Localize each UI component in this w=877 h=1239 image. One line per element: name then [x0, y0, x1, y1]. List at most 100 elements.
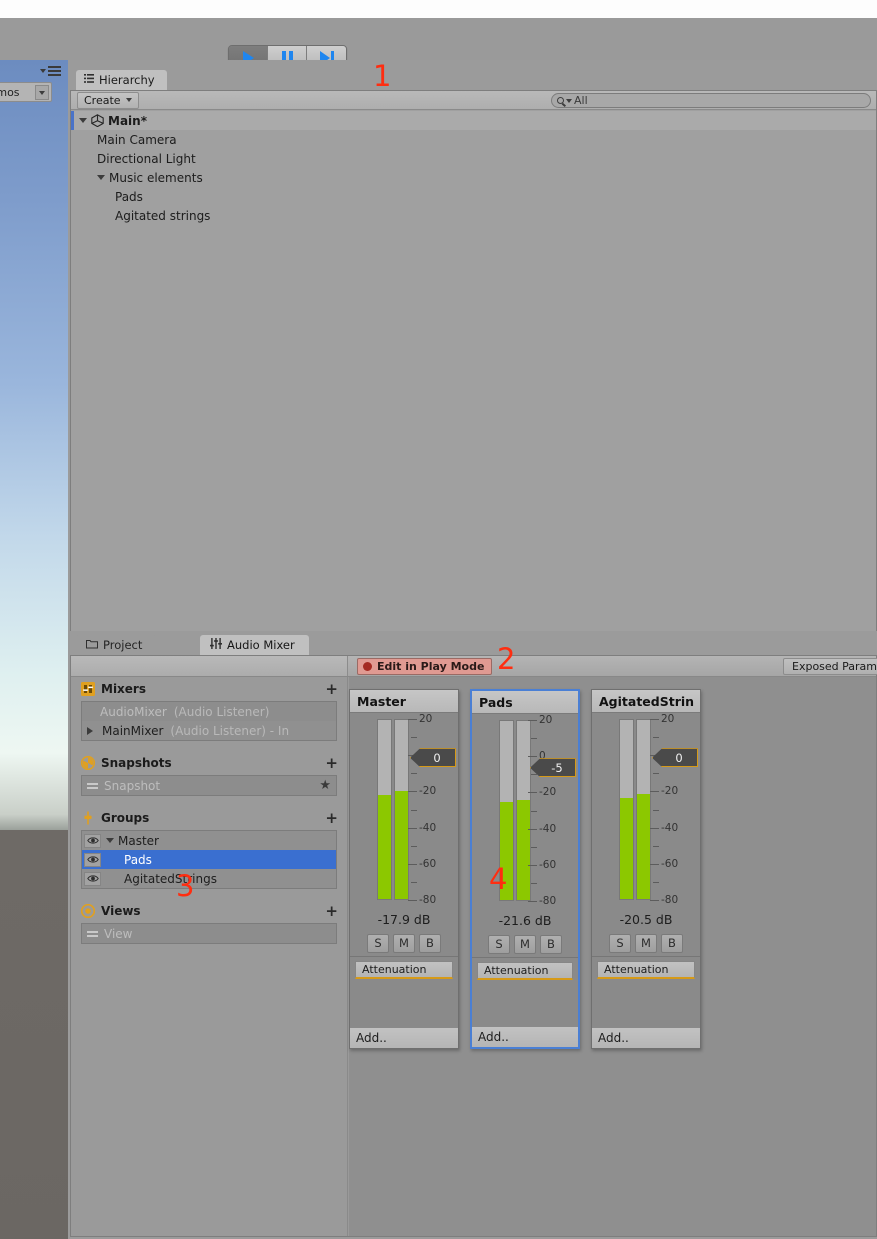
scene-view-overlay: Gizmos — [0, 60, 68, 120]
mixer-strip-pads[interactable]: Pads 20 0 -20 -40 -60 -80 -5 -21.6 dB S M B Attenuat… — [470, 689, 580, 1049]
solo-button[interactable]: S — [488, 934, 510, 954]
view-list-item-label: View — [104, 926, 133, 941]
vu-meter-fill — [637, 794, 650, 899]
scale-tick-label: -80 — [419, 894, 437, 906]
section-header-groups: Groups + — [71, 806, 347, 830]
tab-audio-mixer-label: Audio Mixer — [227, 638, 295, 652]
section-title-views: Views — [101, 904, 141, 918]
hierarchy-item-agitated-strings[interactable]: Agitated strings — [71, 206, 876, 225]
create-button[interactable]: Create — [77, 91, 139, 109]
effect-slot-attenuation[interactable]: Attenuation — [477, 962, 573, 980]
vu-meter-fill — [378, 794, 391, 899]
scale-tick — [411, 737, 417, 739]
scale-tick — [531, 738, 537, 740]
foldout-arrow-icon[interactable] — [106, 838, 114, 843]
scale-tick — [653, 845, 659, 847]
scale-tick-label: 20 — [539, 714, 553, 726]
mute-button[interactable]: M — [393, 933, 415, 953]
solo-button[interactable]: S — [367, 933, 389, 953]
meter-scale: 20 0 -20 -40 -60 -80 — [650, 713, 696, 906]
mixer-meter-zone: 20 0 -20 -40 -60 -800 — [592, 713, 700, 908]
hierarchy-item-main[interactable]: Main* — [71, 111, 876, 130]
volume-fader-handle[interactable]: -5 — [530, 758, 576, 778]
section-title-snapshots: Snapshots — [101, 756, 172, 770]
eye-icon[interactable] — [84, 871, 101, 886]
gizmos-dropdown[interactable]: Gizmos — [0, 82, 52, 102]
snapshot-list-item[interactable]: Snapshot ★ — [82, 776, 336, 795]
drag-handle-icon[interactable] — [87, 930, 98, 937]
tab-project[interactable]: Project — [76, 635, 157, 655]
star-icon[interactable]: ★ — [319, 779, 331, 792]
mixer-strip-master[interactable]: Master20 0 -20 -40 -60 -800 -17.9 dB SMB Attenua… — [349, 689, 459, 1049]
tab-audio-mixer[interactable]: Audio Mixer — [200, 635, 309, 655]
volume-fader-handle[interactable]: 0 — [410, 748, 456, 768]
scale-tick — [408, 863, 417, 865]
add-effect-button[interactable]: Add.. — [350, 1027, 458, 1048]
add-mixer-button[interactable]: + — [325, 681, 338, 697]
chevron-down-icon[interactable] — [35, 85, 49, 100]
bypass-button[interactable]: B — [419, 933, 441, 953]
hierarchy-item-directional-light[interactable]: Directional Light — [71, 149, 876, 168]
bypass-button[interactable]: B — [661, 933, 683, 953]
add-group-button[interactable]: + — [325, 810, 338, 826]
groups-list[interactable]: Master Pads AgitatedStrings — [81, 830, 337, 889]
mixer-list-item-suffix: (Audio Listener) — [173, 704, 270, 719]
mixer-list-item-mainmixer[interactable]: MainMixer (Audio Listener) - In — [82, 721, 336, 740]
unity-icon — [91, 114, 104, 128]
section-header-snapshots: Snapshots + — [71, 751, 347, 775]
scene-view[interactable]: Gizmos — [0, 60, 68, 1239]
foldout-arrow-icon[interactable] — [97, 175, 105, 180]
eye-icon[interactable] — [84, 852, 101, 867]
effect-slot-attenuation[interactable]: Attenuation — [355, 961, 453, 979]
effect-slot-attenuation[interactable]: Attenuation — [597, 961, 695, 979]
add-effect-button[interactable]: Add.. — [592, 1027, 700, 1048]
search-input[interactable]: All — [551, 93, 871, 108]
annotation-number-3: 3 — [176, 869, 195, 903]
effects-list: Attenuation — [472, 957, 578, 1015]
add-snapshot-button[interactable]: + — [325, 755, 338, 771]
hierarchy-tree[interactable]: Main* Main Camera Directional Light Music e… — [71, 111, 876, 631]
mute-button[interactable]: M — [635, 933, 657, 953]
bypass-button[interactable]: B — [540, 934, 562, 954]
mixer-icon — [81, 682, 95, 696]
snapshots-list[interactable]: Snapshot ★ — [81, 775, 337, 796]
scale-tick — [650, 791, 659, 793]
drag-handle-icon[interactable] — [87, 782, 98, 789]
mute-button[interactable]: M — [514, 934, 536, 954]
edit-in-play-mode-button[interactable]: Edit in Play Mode — [357, 658, 493, 675]
scale-tick-label: -20 — [419, 785, 437, 798]
eye-icon[interactable] — [84, 833, 101, 848]
exposed-parameters-button[interactable]: Exposed Parame — [783, 658, 877, 675]
mixer-strip-agitatedstrin[interactable]: AgitatedStrin20 0 -20 -40 -60 -800 -20.5 dB SMB… — [591, 689, 701, 1049]
hierarchy-item-pads[interactable]: Pads — [71, 187, 876, 206]
scale-tick-label: -40 — [661, 821, 679, 834]
meter-scale: 20 0 -20 -40 -60 -80 — [408, 713, 454, 906]
hierarchy-item-label: Agitated strings — [115, 208, 211, 223]
effects-list: Attenuation — [592, 956, 700, 1014]
scene-options-icon[interactable] — [40, 66, 61, 76]
scale-tick — [408, 900, 417, 901]
add-effect-button[interactable]: Add.. — [472, 1026, 578, 1047]
hierarchy-item-main-camera[interactable]: Main Camera — [71, 130, 876, 149]
folder-icon — [86, 638, 98, 652]
add-view-button[interactable]: + — [325, 903, 338, 919]
mixer-list-item-label: MainMixer — [102, 723, 164, 738]
group-list-item-agitatedstrings[interactable]: AgitatedStrings — [82, 869, 336, 888]
group-list-item-master[interactable]: Master — [82, 831, 336, 850]
solo-button[interactable]: S — [609, 933, 631, 953]
window-top-strip — [0, 0, 877, 18]
scale-tick-label: -40 — [539, 822, 557, 835]
views-list[interactable]: View — [81, 923, 337, 944]
view-list-item[interactable]: View — [82, 924, 336, 943]
foldout-arrow-icon[interactable] — [87, 726, 97, 735]
tab-hierarchy[interactable]: Hierarchy — [76, 70, 167, 90]
group-list-item-pads[interactable]: Pads — [82, 850, 336, 869]
mixer-list-item-audiomixer[interactable]: AudioMixer (Audio Listener) — [82, 702, 336, 721]
tab-hierarchy-label: Hierarchy — [99, 73, 155, 87]
hierarchy-item-music-elements[interactable]: Music elements — [71, 168, 876, 187]
foldout-arrow-icon[interactable] — [79, 118, 87, 123]
volume-fader-handle[interactable]: 0 — [652, 748, 698, 768]
mixers-list[interactable]: AudioMixer (Audio Listener) MainMixer (Audi… — [81, 701, 337, 741]
scale-tick-label: -20 — [661, 785, 679, 798]
vu-meter-left — [377, 719, 392, 900]
